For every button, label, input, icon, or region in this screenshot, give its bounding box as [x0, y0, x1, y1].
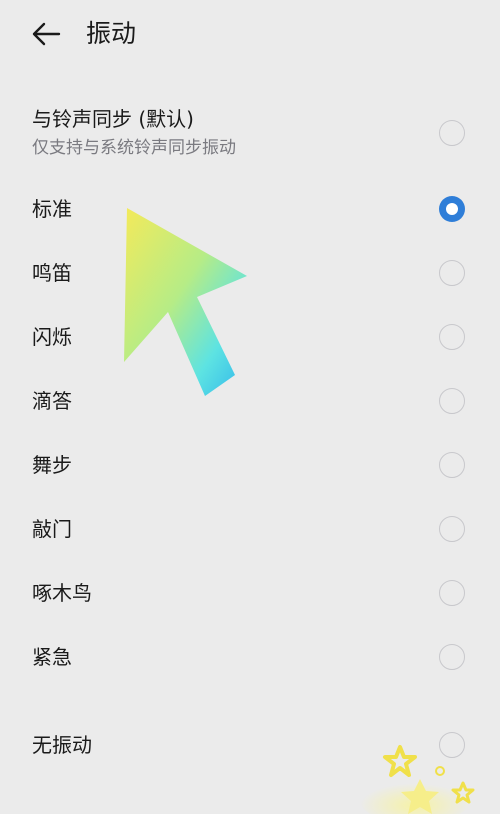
option-label: 啄木鸟: [32, 581, 92, 605]
option-urgent[interactable]: 紧急: [0, 626, 500, 690]
option-whistle[interactable]: 鸣笛: [0, 242, 500, 306]
radio-button-selected[interactable]: [439, 196, 465, 222]
radio-button[interactable]: [439, 324, 465, 350]
option-dance[interactable]: 舞步: [0, 434, 500, 498]
radio-button[interactable]: [439, 452, 465, 478]
radio-button[interactable]: [439, 120, 465, 146]
radio-button[interactable]: [439, 580, 465, 606]
option-label: 滴答: [32, 389, 72, 413]
option-woodpecker[interactable]: 啄木鸟: [0, 562, 500, 626]
radio-button[interactable]: [439, 644, 465, 670]
radio-button[interactable]: [439, 260, 465, 286]
option-sync-ringtone[interactable]: 与铃声同步 (默认) 仅支持与系统铃声同步振动: [0, 100, 500, 172]
option-label: 无振动: [32, 733, 92, 757]
option-label: 与铃声同步 (默认): [32, 107, 194, 131]
header: 振动: [0, 0, 500, 70]
page-title: 振动: [86, 19, 137, 48]
radio-button[interactable]: [439, 732, 465, 758]
radio-button[interactable]: [439, 388, 465, 414]
radio-button[interactable]: [439, 516, 465, 542]
option-label: 标准: [32, 197, 72, 221]
option-label: 紧急: [32, 645, 72, 669]
option-tick[interactable]: 滴答: [0, 370, 500, 434]
option-flash[interactable]: 闪烁: [0, 306, 500, 370]
option-label: 敲门: [32, 517, 72, 541]
back-arrow-icon: [32, 22, 61, 46]
option-no-vibration[interactable]: 无振动: [0, 714, 500, 778]
option-knock[interactable]: 敲门: [0, 498, 500, 562]
option-subtitle: 仅支持与系统铃声同步振动: [32, 138, 236, 158]
option-standard[interactable]: 标准: [0, 178, 500, 242]
option-label: 鸣笛: [32, 261, 72, 285]
option-label: 闪烁: [32, 325, 72, 349]
option-label: 舞步: [32, 453, 72, 477]
back-button[interactable]: [24, 14, 68, 54]
